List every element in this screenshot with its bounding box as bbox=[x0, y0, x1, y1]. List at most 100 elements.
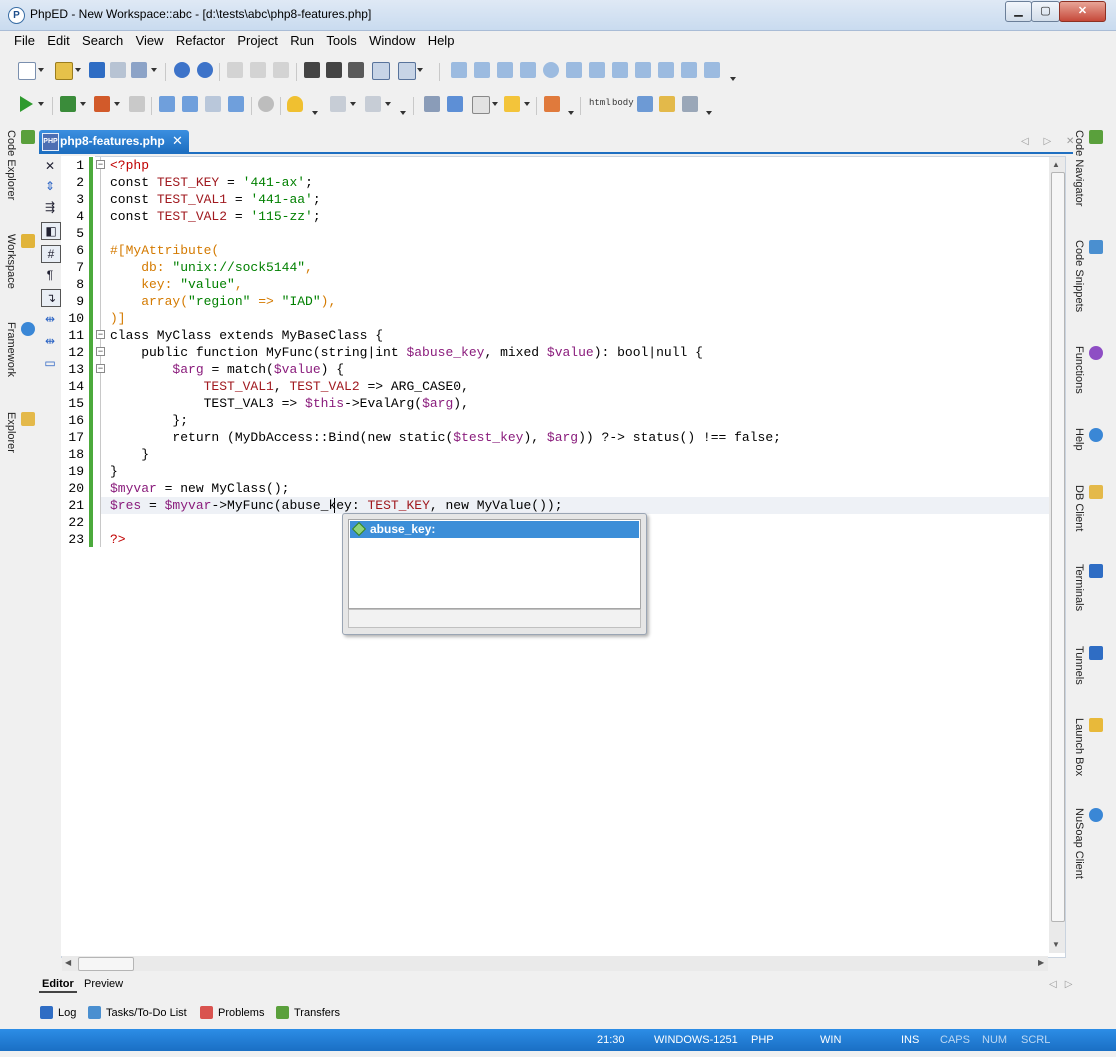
autocomplete-item[interactable]: abuse_key: bbox=[350, 521, 639, 538]
nusoap-client-tab[interactable]: NuSoap Client bbox=[1073, 808, 1103, 879]
reset-icon[interactable] bbox=[681, 62, 697, 78]
save-icon[interactable] bbox=[89, 62, 105, 78]
forward-dropdown-icon[interactable] bbox=[385, 102, 391, 106]
toolbar2-overflow-d-icon[interactable] bbox=[706, 111, 712, 115]
menu-project[interactable]: Project bbox=[233, 31, 281, 50]
redo-icon[interactable] bbox=[197, 62, 213, 78]
minimize-button[interactable]: ▁ bbox=[1005, 1, 1032, 22]
back-dropdown-icon[interactable] bbox=[350, 102, 356, 106]
menu-view[interactable]: View bbox=[132, 31, 168, 50]
toolbar2-overflow-c-icon[interactable] bbox=[568, 111, 574, 115]
find-in-files-icon[interactable] bbox=[348, 62, 364, 78]
outline-icon[interactable]: ⇹ bbox=[41, 333, 59, 349]
find-icon[interactable] bbox=[304, 62, 320, 78]
code-snippets-tab[interactable]: Code Snippets bbox=[1073, 240, 1103, 312]
grid-icon[interactable] bbox=[497, 62, 513, 78]
submit-icon[interactable] bbox=[658, 62, 674, 78]
paste-icon[interactable] bbox=[273, 62, 289, 78]
textfield-icon[interactable] bbox=[566, 62, 582, 78]
step-out-icon[interactable] bbox=[205, 96, 221, 112]
monitor-icon[interactable]: ▭ bbox=[41, 355, 59, 371]
scroll-right-icon[interactable]: ▶ bbox=[1038, 958, 1044, 967]
back-icon[interactable] bbox=[330, 96, 346, 112]
hash-toggle-icon[interactable]: # bbox=[41, 245, 61, 263]
undo-icon[interactable] bbox=[174, 62, 190, 78]
print-dropdown-icon[interactable] bbox=[151, 68, 157, 72]
tab-problems[interactable]: Problems bbox=[198, 1003, 264, 1023]
menu-help[interactable]: Help bbox=[424, 31, 459, 50]
html-tag-button[interactable]: html bbox=[589, 98, 611, 108]
launch-box-tab[interactable]: Launch Box bbox=[1073, 718, 1103, 776]
new-file-dropdown-icon[interactable] bbox=[38, 68, 44, 72]
help-tab[interactable]: Help bbox=[1073, 428, 1103, 451]
profile-icon[interactable] bbox=[94, 96, 110, 112]
step-into-icon[interactable] bbox=[159, 96, 175, 112]
bookmark-icon[interactable]: ⇹ bbox=[41, 311, 59, 327]
subtab-nav-icon[interactable]: ◁▷ bbox=[1049, 979, 1080, 990]
menu-window[interactable]: Window bbox=[365, 31, 419, 50]
print-icon[interactable] bbox=[131, 62, 147, 78]
tunnels-tab[interactable]: Tunnels bbox=[1073, 646, 1103, 685]
hand-icon[interactable] bbox=[287, 96, 303, 112]
code-navigator-tab[interactable]: Code Navigator bbox=[1073, 130, 1103, 206]
menu-search[interactable]: Search bbox=[78, 31, 127, 50]
clipboard-icon[interactable] bbox=[398, 62, 416, 80]
image-button-icon[interactable] bbox=[635, 62, 651, 78]
form-icon[interactable] bbox=[451, 62, 467, 78]
close-window-button[interactable]: ✕ bbox=[1059, 1, 1106, 22]
db-client-tab[interactable]: DB Client bbox=[1073, 485, 1103, 531]
explorer-tab[interactable]: Explorer bbox=[5, 412, 35, 453]
open-dropdown-icon[interactable] bbox=[75, 68, 81, 72]
debug-dropdown-icon[interactable] bbox=[80, 102, 86, 106]
run-dropdown-icon[interactable] bbox=[38, 102, 44, 106]
toolbar2-overflow-b-icon[interactable] bbox=[400, 111, 406, 115]
run-icon[interactable] bbox=[20, 96, 33, 112]
toolbar-overflow-icon[interactable] bbox=[730, 77, 736, 81]
color-icon[interactable] bbox=[504, 96, 520, 112]
forward-icon[interactable] bbox=[365, 96, 381, 112]
hidden-field-icon[interactable] bbox=[704, 62, 720, 78]
tab-preview[interactable]: Preview bbox=[81, 977, 126, 991]
frames-icon[interactable] bbox=[637, 96, 653, 112]
menu-refactor[interactable]: Refactor bbox=[172, 31, 229, 50]
find-next-icon[interactable] bbox=[326, 62, 342, 78]
tools-icon[interactable] bbox=[424, 96, 440, 112]
tab-editor[interactable]: Editor bbox=[39, 977, 77, 993]
move-icon[interactable]: ⇕ bbox=[41, 178, 59, 194]
fold-toggle[interactable]: − bbox=[96, 364, 105, 373]
menu-edit[interactable]: Edit bbox=[43, 31, 73, 50]
tab-transfers[interactable]: Transfers bbox=[274, 1003, 340, 1023]
shape-icon[interactable] bbox=[472, 96, 490, 114]
toolbar2-overflow-a-icon[interactable] bbox=[312, 111, 318, 115]
framework-tab[interactable]: Framework bbox=[5, 322, 35, 377]
cut-icon[interactable] bbox=[227, 62, 243, 78]
replace-icon[interactable] bbox=[372, 62, 390, 80]
autocomplete-list[interactable]: abuse_key: bbox=[348, 519, 641, 609]
copy-icon[interactable] bbox=[250, 62, 266, 78]
scroll-left-icon[interactable]: ◀ bbox=[65, 958, 71, 967]
open-folder-icon[interactable] bbox=[55, 62, 73, 80]
functions-tab[interactable]: Functions bbox=[1073, 346, 1103, 394]
link-icon[interactable] bbox=[682, 96, 698, 112]
picture-icon[interactable] bbox=[659, 96, 675, 112]
line-numbers-toggle-icon[interactable]: ◧ bbox=[41, 222, 61, 240]
workspace-tab[interactable]: Workspace bbox=[5, 234, 35, 289]
close-icon[interactable]: ✕ bbox=[41, 158, 59, 174]
menu-file[interactable]: File bbox=[10, 31, 39, 50]
table-icon[interactable] bbox=[612, 62, 628, 78]
menu-tools[interactable]: Tools bbox=[322, 31, 360, 50]
radio-icon[interactable] bbox=[543, 62, 559, 78]
scroll-down-icon[interactable]: ▼ bbox=[1052, 940, 1060, 949]
image-icon[interactable] bbox=[544, 96, 560, 112]
code-explorer-tab[interactable]: Code Explorer bbox=[5, 130, 35, 200]
fold-toggle[interactable]: − bbox=[96, 160, 105, 169]
body-tag-button[interactable]: body bbox=[612, 98, 634, 108]
tab-tasks[interactable]: Tasks/To-Do List bbox=[86, 1003, 187, 1023]
wrap-toggle-icon[interactable]: ↴ bbox=[41, 289, 61, 307]
horizontal-scrollbar[interactable] bbox=[62, 956, 1048, 971]
horizontal-scroll-thumb[interactable] bbox=[78, 957, 134, 971]
clipboard-dropdown-icon[interactable] bbox=[417, 68, 423, 72]
tab-log[interactable]: Log bbox=[38, 1003, 76, 1023]
step-over-icon[interactable] bbox=[182, 96, 198, 112]
run-to-cursor-icon[interactable] bbox=[228, 96, 244, 112]
